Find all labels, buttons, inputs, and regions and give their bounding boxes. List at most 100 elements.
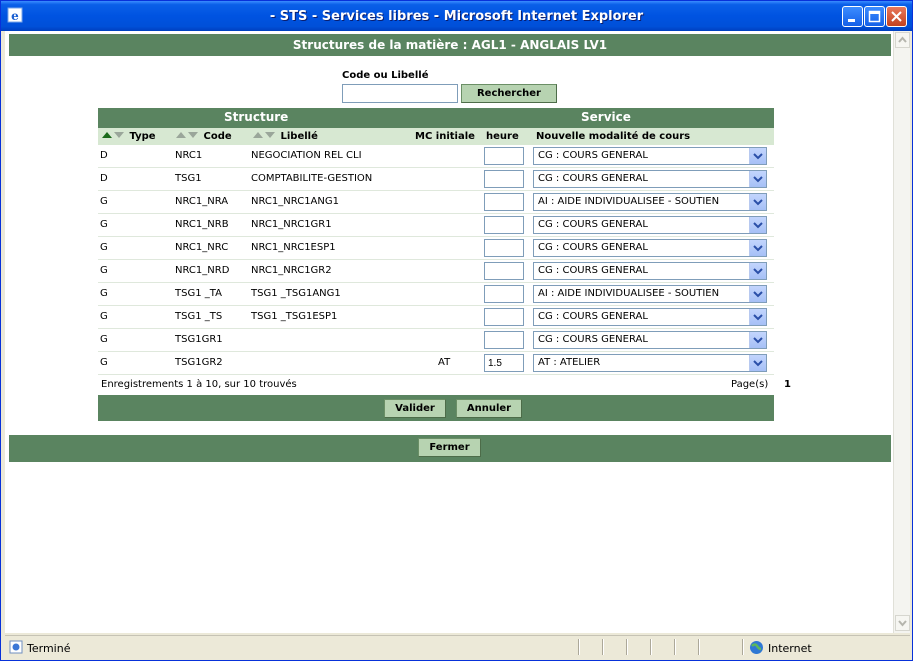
sort-desc-icon[interactable] — [265, 132, 275, 138]
table-row: G NRC1_NRB NRC1_NRC1GR1 CG : COURS GENER… — [98, 214, 774, 237]
modalite-select[interactable]: CG : COURS GENERAL — [533, 216, 767, 234]
modalite-select-value: AI : AIDE INDIVIDUALISEE - SOUTIEN — [538, 196, 720, 207]
cell-code: TSG1 _TA — [175, 288, 222, 299]
modalite-select-value: CG : COURS GENERAL — [538, 219, 648, 230]
status-separator — [674, 639, 676, 655]
scroll-up-button[interactable] — [895, 32, 910, 48]
col-type[interactable]: Type — [102, 131, 156, 142]
title-bar[interactable]: e - STS - Services libres - Microsoft In… — [1, 1, 912, 31]
dropdown-arrow-icon[interactable] — [749, 194, 766, 210]
modalite-select-value: CG : COURS GENERAL — [538, 242, 648, 253]
cell-libelle: NRC1_NRC1ESP1 — [251, 242, 336, 253]
current-page-number[interactable]: 1 — [784, 379, 791, 390]
heure-input[interactable] — [484, 216, 524, 234]
dropdown-arrow-icon[interactable] — [749, 355, 766, 371]
dropdown-arrow-icon[interactable] — [749, 309, 766, 325]
modalite-select[interactable]: AI : AIDE INDIVIDUALISEE - SOUTIEN — [533, 285, 767, 303]
maximize-button[interactable] — [864, 6, 885, 27]
sort-asc-icon[interactable] — [253, 132, 263, 138]
dropdown-arrow-icon[interactable] — [749, 240, 766, 256]
col-libelle[interactable]: Libellé — [253, 131, 318, 142]
page-header: Structures de la matière : AGL1 - ANGLAI… — [9, 34, 891, 56]
heure-input[interactable] — [484, 354, 524, 372]
dropdown-arrow-icon[interactable] — [749, 148, 766, 164]
search-label: Code ou Libellé — [342, 70, 429, 81]
cell-code: NRC1_NRB — [175, 219, 229, 230]
dropdown-arrow-icon[interactable] — [749, 332, 766, 348]
table-row: D TSG1 COMPTABILITE-GESTION CG : COURS G… — [98, 168, 774, 191]
dropdown-arrow-icon[interactable] — [749, 171, 766, 187]
modalite-select[interactable]: AI : AIDE INDIVIDUALISEE - SOUTIEN — [533, 193, 767, 211]
modalite-select[interactable]: CG : COURS GENERAL — [533, 147, 767, 165]
table-row: G TSG1GR1 CG : COURS GENERAL — [98, 329, 774, 352]
sort-asc-icon[interactable] — [176, 132, 186, 138]
dropdown-arrow-icon[interactable] — [749, 217, 766, 233]
valider-button[interactable]: Valider — [384, 399, 446, 418]
modalite-select[interactable]: CG : COURS GENERAL — [533, 308, 767, 326]
cell-libelle: NRC1_NRC1GR2 — [251, 265, 332, 276]
cell-code: NRC1_NRC — [175, 242, 229, 253]
col-libelle-label: Libellé — [280, 131, 318, 142]
annuler-button[interactable]: Annuler — [456, 399, 522, 418]
heure-input[interactable] — [484, 331, 524, 349]
col-code[interactable]: Code — [176, 131, 232, 142]
cell-type: G — [100, 334, 108, 345]
modalite-select-value: AT : ATELIER — [538, 357, 601, 368]
cell-type: G — [100, 196, 108, 207]
close-button[interactable] — [886, 6, 907, 27]
cell-code: TSG1GR1 — [175, 334, 223, 345]
cell-type: D — [100, 150, 108, 161]
scroll-down-button[interactable] — [895, 615, 910, 631]
status-text: Terminé — [27, 642, 71, 655]
cell-code: TSG1 — [175, 173, 202, 184]
cell-code: TSG1 _TS — [175, 311, 223, 322]
cell-code: NRC1_NRA — [175, 196, 229, 207]
cell-mc-initiale: AT — [438, 357, 451, 368]
browser-window: e - STS - Services libres - Microsoft In… — [0, 0, 913, 661]
modalite-select-value: CG : COURS GENERAL — [538, 265, 648, 276]
col-type-label: Type — [129, 131, 156, 142]
chevron-up-icon — [898, 36, 907, 43]
table-row: D NRC1 NEGOCIATION REL CLI CG : COURS GE… — [98, 145, 774, 168]
cell-libelle: NRC1_NRC1GR1 — [251, 219, 332, 230]
dropdown-arrow-icon[interactable] — [749, 263, 766, 279]
heure-input[interactable] — [484, 193, 524, 211]
sort-desc-icon[interactable] — [114, 132, 124, 138]
cell-type: G — [100, 311, 108, 322]
modalite-select-value: CG : COURS GENERAL — [538, 150, 648, 161]
heure-input[interactable] — [484, 285, 524, 303]
fermer-button[interactable]: Fermer — [418, 438, 481, 457]
vertical-scrollbar[interactable] — [893, 31, 910, 633]
heure-input[interactable] — [484, 262, 524, 280]
modalite-select[interactable]: CG : COURS GENERAL — [533, 170, 767, 188]
cell-type: G — [100, 242, 108, 253]
cell-code: TSG1GR2 — [175, 357, 223, 368]
heure-input[interactable] — [484, 308, 524, 326]
modalite-select[interactable]: AT : ATELIER — [533, 354, 767, 372]
minimize-icon — [848, 19, 855, 22]
minimize-button[interactable] — [842, 6, 863, 27]
search-button[interactable]: Rechercher — [461, 84, 557, 103]
internet-zone-icon — [750, 641, 763, 654]
cell-type: G — [100, 288, 108, 299]
cell-libelle: COMPTABILITE-GESTION — [251, 173, 373, 184]
heure-input[interactable] — [484, 170, 524, 188]
status-bar: Terminé Internet — [5, 635, 910, 659]
modalite-select-value: CG : COURS GENERAL — [538, 334, 648, 345]
page-done-icon — [9, 640, 23, 654]
sort-asc-icon[interactable] — [102, 132, 112, 138]
cell-type: G — [100, 265, 108, 276]
heure-input[interactable] — [484, 239, 524, 257]
table-row: G TSG1 _TS TSG1 _TSG1ESP1 CG : COURS GEN… — [98, 306, 774, 329]
sort-desc-icon[interactable] — [188, 132, 198, 138]
cell-libelle: NRC1_NRC1ANG1 — [251, 196, 339, 207]
service-group-header: Service — [581, 110, 631, 124]
heure-input[interactable] — [484, 147, 524, 165]
status-separator — [578, 639, 580, 655]
search-input[interactable] — [342, 84, 458, 103]
modalite-select[interactable]: CG : COURS GENERAL — [533, 331, 767, 349]
dropdown-arrow-icon[interactable] — [749, 286, 766, 302]
modalite-select[interactable]: CG : COURS GENERAL — [533, 239, 767, 257]
col-mc-initiale: MC initiale — [415, 131, 475, 142]
modalite-select[interactable]: CG : COURS GENERAL — [533, 262, 767, 280]
